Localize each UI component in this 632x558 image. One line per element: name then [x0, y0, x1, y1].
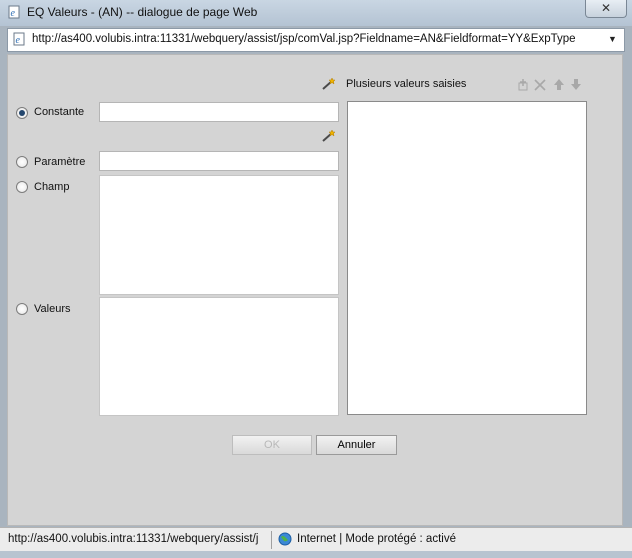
- close-button[interactable]: ✕: [585, 0, 627, 18]
- constante-label: Constante: [34, 106, 85, 118]
- cancel-button[interactable]: Annuler: [316, 435, 397, 455]
- window-title: EQ Valeurs - (AN) -- dialogue de page We…: [27, 5, 258, 19]
- address-bar: e http://as400.volubis.intra:11331/webqu…: [7, 28, 625, 52]
- arrow-down-icon[interactable]: [570, 78, 582, 91]
- address-dropdown-icon[interactable]: ▼: [608, 34, 617, 44]
- dialog-content: Constante Paramètre Champ Valeurs Plusie…: [7, 54, 623, 526]
- window-frame-bottom: [0, 551, 632, 558]
- parametre-label: Paramètre: [34, 156, 86, 168]
- ok-button[interactable]: OK: [232, 435, 312, 455]
- magic-wand-icon[interactable]: [321, 129, 337, 143]
- champ-label: Champ: [34, 181, 70, 193]
- multi-values-list[interactable]: [347, 101, 587, 415]
- globe-icon: [278, 532, 292, 546]
- address-url[interactable]: http://as400.volubis.intra:11331/webquer…: [32, 33, 602, 45]
- valeurs-list[interactable]: [99, 297, 339, 416]
- title-bar: e EQ Valeurs - (AN) -- dialogue de page …: [0, 0, 632, 26]
- constante-input[interactable]: [99, 102, 339, 122]
- svg-text:e: e: [16, 35, 21, 46]
- arrow-up-icon[interactable]: [553, 78, 565, 91]
- champ-radio[interactable]: [16, 181, 28, 193]
- status-bar: http://as400.volubis.intra:11331/webquer…: [0, 527, 632, 552]
- constante-radio[interactable]: [16, 107, 28, 119]
- status-url: http://as400.volubis.intra:11331/webquer…: [8, 533, 259, 545]
- add-icon[interactable]: [517, 79, 529, 91]
- security-zone: Internet | Mode protégé : activé: [297, 533, 456, 545]
- svg-text:e: e: [11, 8, 16, 19]
- ie-page-icon: e: [8, 5, 20, 19]
- multi-values-label: Plusieurs valeurs saisies: [346, 78, 467, 90]
- champ-list[interactable]: [99, 175, 339, 295]
- valeurs-radio[interactable]: [16, 303, 28, 315]
- valeurs-label: Valeurs: [34, 303, 71, 315]
- delete-icon[interactable]: [534, 79, 546, 91]
- magic-wand-icon[interactable]: [321, 77, 337, 91]
- parametre-radio[interactable]: [16, 156, 28, 168]
- parametre-input[interactable]: [99, 151, 339, 171]
- page-icon: e: [13, 32, 25, 46]
- status-separator: [271, 531, 272, 549]
